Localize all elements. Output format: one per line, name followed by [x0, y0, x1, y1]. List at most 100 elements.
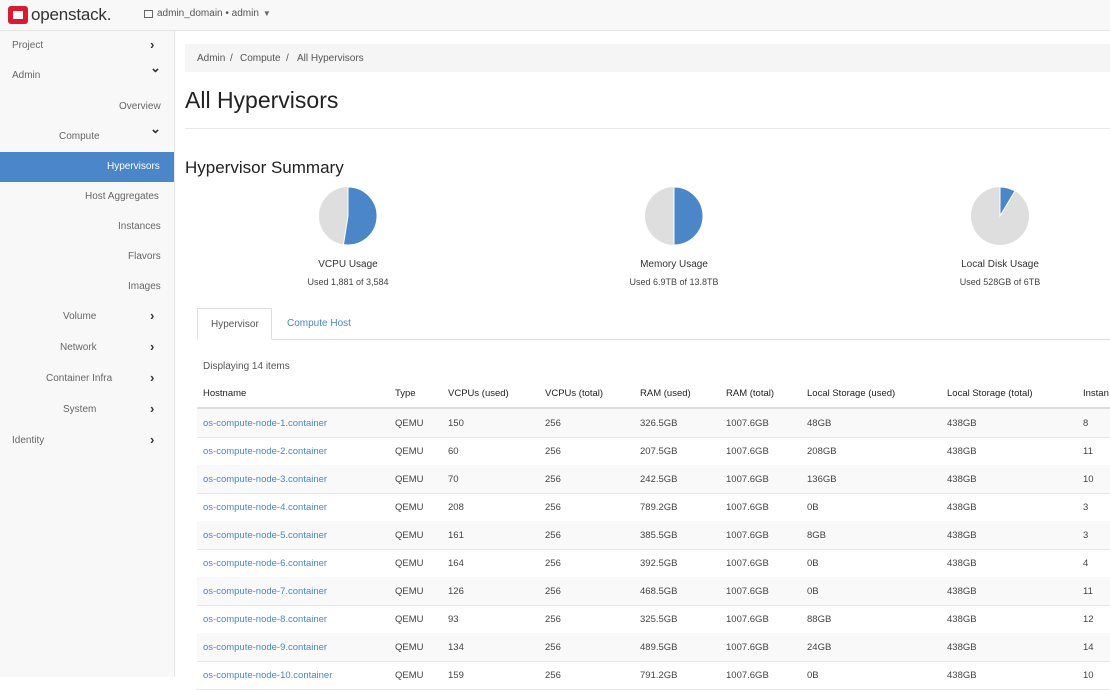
sidebar-item-overview[interactable]: Overview	[0, 92, 174, 122]
cell-vcpus-used: 126	[448, 586, 464, 597]
cell-instances: 10	[1083, 474, 1094, 485]
sidebar-item-label: Project	[12, 40, 44, 51]
chevron-right-icon: ›	[150, 432, 155, 447]
column-header-ram-total[interactable]: RAM (total)	[726, 388, 774, 399]
sidebar-item-container-infra[interactable]: Container Infra ›	[0, 364, 174, 394]
hostname-link[interactable]: os-compute-node-2.container	[203, 446, 327, 457]
chart-usage-text: Used 6.9TB of 13.8TB	[629, 277, 719, 287]
breadcrumb-compute[interactable]: Compute	[240, 53, 281, 64]
cell-storage-used: 88GB	[807, 614, 832, 625]
cell-vcpus-used: 150	[448, 418, 464, 429]
cell-vcpus-used: 208	[448, 502, 464, 513]
cell-ram-total: 1007.6GB	[726, 530, 769, 541]
column-header-instances[interactable]: Instan	[1083, 388, 1109, 399]
sidebar-item-identity[interactable]: Identity ›	[0, 426, 174, 456]
chart-label: VCPU Usage	[318, 259, 378, 270]
cell-ram-total: 1007.6GB	[726, 614, 769, 625]
cell-vcpus-used: 159	[448, 670, 464, 681]
cell-storage-used: 208GB	[807, 446, 837, 457]
cell-ram-total: 1007.6GB	[726, 670, 769, 681]
column-header-storage-total[interactable]: Local Storage (total)	[947, 388, 1033, 399]
usage-pie-chart	[645, 186, 704, 246]
table-row: os-compute-node-3.container QEMU 70 256 242.…	[197, 465, 1110, 494]
caret-down-icon: ▼	[262, 9, 271, 18]
cell-vcpus-total: 256	[545, 502, 561, 513]
breadcrumb-admin[interactable]: Admin	[197, 53, 225, 64]
cell-vcpus-used: 161	[448, 530, 464, 541]
sidebar-item-label: Container Infra	[46, 373, 113, 384]
column-header-hostname[interactable]: Hostname	[203, 388, 246, 399]
hostname-link[interactable]: os-compute-node-6.container	[203, 558, 327, 569]
cell-ram-total: 1007.6GB	[726, 642, 769, 653]
hostname-link[interactable]: os-compute-node-5.container	[203, 530, 327, 541]
page-title: All Hypervisors	[185, 87, 339, 113]
sidebar-item-admin[interactable]: Admin ⌄	[0, 60, 174, 91]
cell-storage-total: 438GB	[947, 502, 977, 513]
column-header-storage-used[interactable]: Local Storage (used)	[807, 388, 895, 399]
brand-name: openstack.	[31, 5, 112, 24]
hostname-link[interactable]: os-compute-node-10.container	[203, 670, 332, 681]
chevron-right-icon: ›	[150, 339, 155, 354]
table-row: os-compute-node-4.container QEMU 208 256 789…	[197, 493, 1110, 522]
sidebar-item-compute[interactable]: Compute ⌄	[0, 121, 174, 152]
cell-vcpus-used: 60	[448, 446, 459, 457]
hostname-link[interactable]: os-compute-node-1.container	[203, 418, 327, 429]
column-header-vcpus-total[interactable]: VCPUs (total)	[545, 388, 603, 399]
chevron-right-icon: ›	[150, 401, 155, 416]
cell-ram-used: 489.5GB	[640, 642, 678, 653]
project-picker[interactable]: admin_domain • admin ▼	[144, 8, 271, 19]
sidebar-item-volume[interactable]: Volume ›	[0, 302, 174, 332]
cell-ram-total: 1007.6GB	[726, 474, 769, 485]
cell-type: QEMU	[395, 474, 424, 485]
openstack-logo[interactable]: openstack.	[8, 5, 111, 25]
usage-pie-chart	[319, 186, 378, 246]
chevron-down-icon: ⌄	[150, 121, 161, 136]
cell-ram-used: 791.2GB	[640, 670, 678, 681]
cell-type: QEMU	[395, 614, 424, 625]
cell-vcpus-total: 256	[545, 670, 561, 681]
cell-storage-total: 438GB	[947, 586, 977, 597]
sidebar: Project › Admin ⌄ Overview Compute ⌄ Hypervisor…	[0, 31, 175, 677]
cell-instances: 3	[1083, 530, 1089, 541]
sidebar-item-flavors[interactable]: Flavors	[0, 242, 174, 272]
sidebar-item-system[interactable]: System ›	[0, 395, 174, 425]
cell-ram-total: 1007.6GB	[726, 586, 769, 597]
hostname-link[interactable]: os-compute-node-3.container	[203, 474, 327, 485]
display-count: Displaying 14 items	[203, 361, 290, 372]
tab-hypervisor[interactable]: Hypervisor	[197, 308, 272, 340]
cell-vcpus-total: 256	[545, 642, 561, 653]
sidebar-item-project[interactable]: Project ›	[0, 31, 174, 61]
pie-used-slice	[673, 186, 704, 246]
hostname-link[interactable]: os-compute-node-7.container	[203, 586, 327, 597]
column-header-type[interactable]: Type	[395, 388, 416, 399]
cell-instances: 3	[1083, 502, 1089, 513]
cell-ram-used: 385.5GB	[640, 530, 678, 541]
sidebar-item-network[interactable]: Network ›	[0, 333, 174, 363]
cell-storage-total: 438GB	[947, 614, 977, 625]
chart-label: Memory Usage	[640, 259, 708, 270]
cell-ram-used: 325.5GB	[640, 614, 678, 625]
cell-vcpus-total: 256	[545, 530, 561, 541]
cell-ram-used: 392.5GB	[640, 558, 678, 569]
cell-vcpus-used: 134	[448, 642, 464, 653]
table-row: os-compute-node-9.container QEMU 134 256 489…	[197, 633, 1110, 662]
column-header-ram-used[interactable]: RAM (used)	[640, 388, 691, 399]
column-header-vcpus-used[interactable]: VCPUs (used)	[448, 388, 509, 399]
divider	[185, 128, 1110, 129]
cell-vcpus-total: 256	[545, 614, 561, 625]
hostname-link[interactable]: os-compute-node-8.container	[203, 614, 327, 625]
cell-ram-used: 207.5GB	[640, 446, 678, 457]
table-row: os-compute-node-7.container QEMU 126 256 468…	[197, 577, 1110, 606]
cell-storage-used: 0B	[807, 502, 819, 513]
sidebar-item-hypervisors[interactable]: Hypervisors	[0, 152, 174, 182]
cell-type: QEMU	[395, 670, 424, 681]
cell-vcpus-used: 164	[448, 558, 464, 569]
cell-ram-used: 242.5GB	[640, 474, 678, 485]
sidebar-item-images[interactable]: Images	[0, 272, 174, 302]
sidebar-item-host-aggregates[interactable]: Host Aggregates	[0, 182, 174, 212]
cell-vcpus-total: 256	[545, 446, 561, 457]
cell-storage-total: 438GB	[947, 670, 977, 681]
hostname-link[interactable]: os-compute-node-4.container	[203, 502, 327, 513]
hostname-link[interactable]: os-compute-node-9.container	[203, 642, 327, 653]
sidebar-item-instances[interactable]: Instances	[0, 212, 174, 242]
